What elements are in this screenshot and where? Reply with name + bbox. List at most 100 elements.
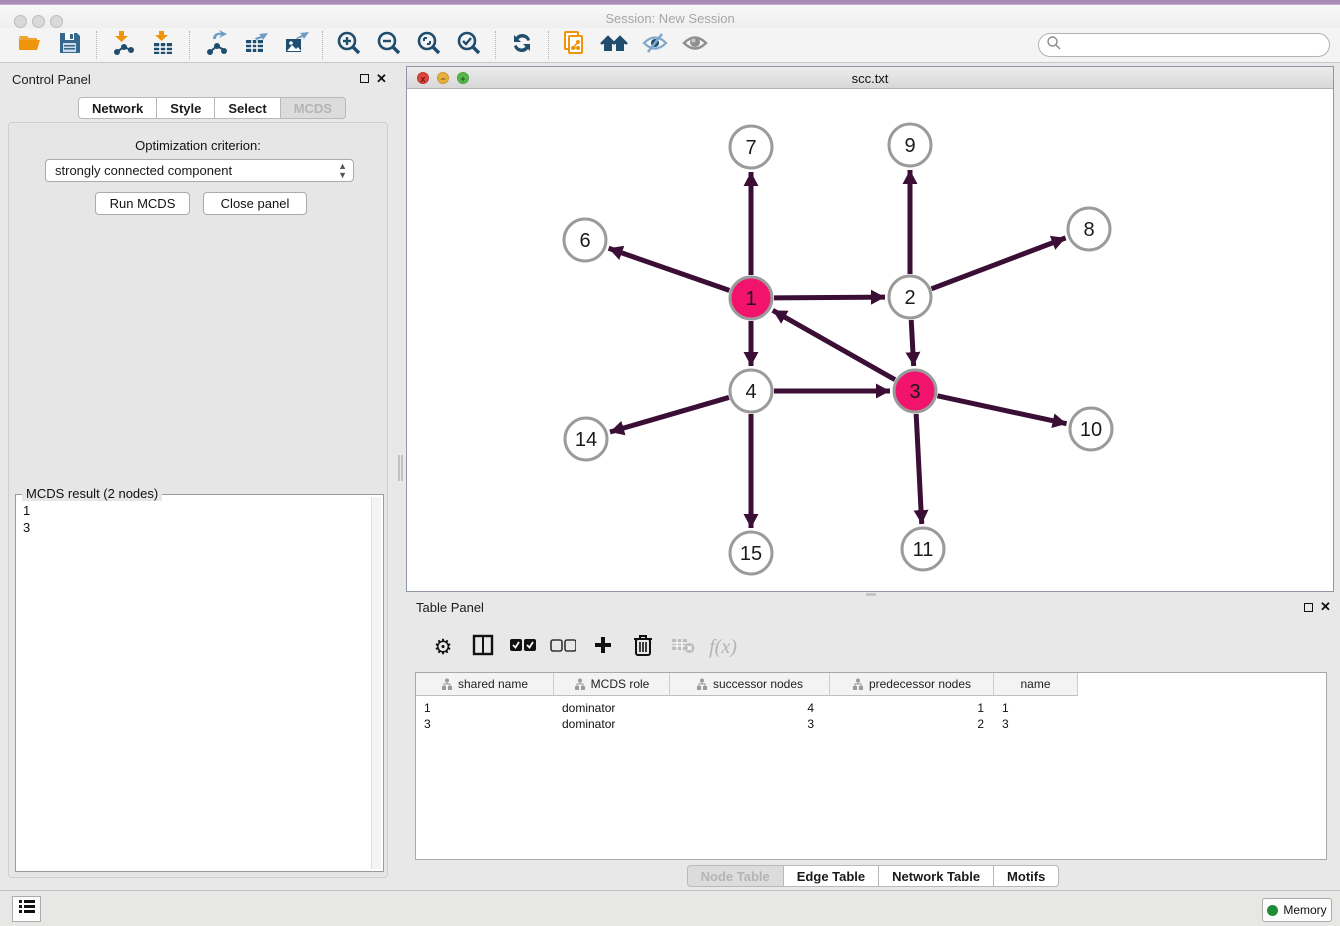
column-type-icon [574, 678, 586, 690]
column-header-successor-nodes[interactable]: successor nodes [670, 673, 830, 696]
column-label: name [1020, 677, 1050, 691]
hide-graphics-button[interactable] [635, 29, 675, 61]
cell-shared-name: 3 [424, 717, 431, 731]
refresh-layout-button[interactable] [502, 29, 542, 61]
search-input[interactable] [1062, 35, 1329, 55]
split-view-button[interactable] [465, 629, 501, 665]
add-column-button[interactable] [585, 629, 621, 665]
cell-successor-nodes: 4 [670, 701, 814, 715]
network-canvas[interactable]: 7968124314101511 [407, 89, 1333, 591]
cell-mcds-role: dominator [562, 701, 615, 715]
optimization-criterion-select[interactable]: strongly connected component ▲▼ [45, 159, 354, 182]
graph-edge-3-11[interactable] [916, 414, 922, 524]
column-header-predecessor-nodes[interactable]: predecessor nodes [830, 673, 994, 696]
tab-network-table[interactable]: Network Table [879, 865, 994, 887]
table-panel-title: Table Panel [416, 600, 484, 615]
delete-table-button[interactable] [665, 629, 701, 665]
column-header-shared-name[interactable]: shared name [416, 673, 554, 696]
graph-node-label: 1 [745, 288, 756, 310]
select-all-button[interactable] [505, 629, 541, 665]
import-network-button[interactable] [103, 29, 143, 61]
table-row[interactable]: 1 dominator 4 1 1 [416, 701, 1326, 717]
task-history-button[interactable] [12, 896, 41, 922]
graph-node-label: 3 [909, 381, 920, 403]
graph-node-label: 14 [575, 429, 597, 451]
memory-button[interactable]: Memory [1262, 898, 1332, 922]
graph-edge-2-8[interactable] [932, 238, 1066, 289]
graph-node-label: 8 [1083, 219, 1094, 241]
save-floppy-icon [57, 30, 83, 61]
control-panel-tabs: Network Style Select MCDS [78, 97, 346, 119]
graph-node-label: 6 [579, 230, 590, 252]
tab-mcds[interactable]: MCDS [281, 97, 346, 119]
toolbar-separator [322, 31, 323, 59]
tab-style[interactable]: Style [157, 97, 215, 119]
deselect-all-button[interactable] [545, 629, 581, 665]
status-bar: Memory [0, 890, 1340, 926]
vertical-splitter[interactable] [396, 63, 406, 890]
graph-edge-3-10[interactable] [937, 396, 1066, 424]
tab-edge-table[interactable]: Edge Table [784, 865, 879, 887]
network-window-title: scc.txt [407, 71, 1333, 86]
mcds-panel: Optimization criterion: strongly connect… [8, 122, 388, 878]
graph-node-label: 7 [745, 137, 756, 159]
cell-successor-nodes: 3 [670, 717, 814, 731]
column-type-icon [441, 678, 453, 690]
optimization-criterion-label: Optimization criterion: [9, 138, 387, 153]
mcds-network-button[interactable] [555, 29, 595, 61]
table-panel: Table Panel ✕ ⚙ f(x) [406, 597, 1340, 890]
cell-mcds-role: dominator [562, 717, 615, 731]
graph-edge-2-3[interactable] [911, 320, 913, 366]
homes-button[interactable] [595, 29, 635, 61]
column-type-icon [852, 678, 864, 690]
graph-edge-1-2[interactable] [774, 297, 885, 298]
search-field[interactable] [1038, 33, 1330, 57]
tab-node-table[interactable]: Node Table [687, 865, 784, 887]
tab-network[interactable]: Network [78, 97, 157, 119]
graph-node-label: 9 [904, 135, 915, 157]
column-header-name[interactable]: name [994, 673, 1078, 696]
export-table-button[interactable] [236, 29, 276, 61]
window-titlebar: Session: New Session [0, 5, 1340, 28]
show-graphics-button[interactable] [675, 29, 715, 61]
import-table-button[interactable] [143, 29, 183, 61]
unchecked-boxes-icon [550, 638, 576, 657]
export-image-button[interactable] [276, 29, 316, 61]
column-header-mcds-role[interactable]: MCDS role [554, 673, 670, 696]
import-network-icon [110, 30, 136, 61]
zoom-selected-button[interactable] [449, 29, 489, 61]
fx-icon: f(x) [709, 636, 737, 659]
zoom-in-button[interactable] [329, 29, 369, 61]
graph-edge-4-14[interactable] [610, 397, 729, 432]
network-file-icon [562, 30, 588, 61]
delete-column-button[interactable] [625, 629, 661, 665]
close-table-panel-icon[interactable]: ✕ [1320, 599, 1331, 615]
checked-boxes-icon [510, 638, 536, 657]
save-session-button[interactable] [50, 29, 90, 61]
tab-select[interactable]: Select [215, 97, 280, 119]
column-label: successor nodes [713, 677, 803, 691]
refresh-icon [509, 30, 535, 61]
network-window-titlebar[interactable]: x − + scc.txt [407, 67, 1333, 89]
close-panel-icon[interactable]: ✕ [376, 71, 387, 87]
graph-node-label: 15 [740, 543, 762, 565]
cell-name: 1 [1002, 701, 1009, 715]
function-builder-button[interactable]: f(x) [705, 629, 741, 665]
table-row[interactable]: 3 dominator 3 2 3 [416, 717, 1326, 733]
result-scrollbar[interactable] [371, 497, 381, 869]
tab-motifs[interactable]: Motifs [994, 865, 1059, 887]
float-panel-icon[interactable] [360, 74, 369, 83]
export-network-button[interactable] [196, 29, 236, 61]
graph-edge-3-1[interactable] [773, 310, 895, 379]
open-session-button[interactable] [10, 29, 50, 61]
run-mcds-button[interactable]: Run MCDS [95, 192, 190, 215]
zoom-fit-button[interactable] [409, 29, 449, 61]
table-settings-button[interactable]: ⚙ [425, 629, 461, 665]
graph-edge-1-6[interactable] [609, 248, 730, 290]
export-network-icon [203, 30, 229, 61]
dropdown-value: strongly connected component [55, 163, 232, 178]
cell-predecessor-nodes: 1 [830, 701, 984, 715]
close-panel-button[interactable]: Close panel [203, 192, 307, 215]
float-table-panel-icon[interactable] [1304, 603, 1313, 612]
zoom-out-button[interactable] [369, 29, 409, 61]
